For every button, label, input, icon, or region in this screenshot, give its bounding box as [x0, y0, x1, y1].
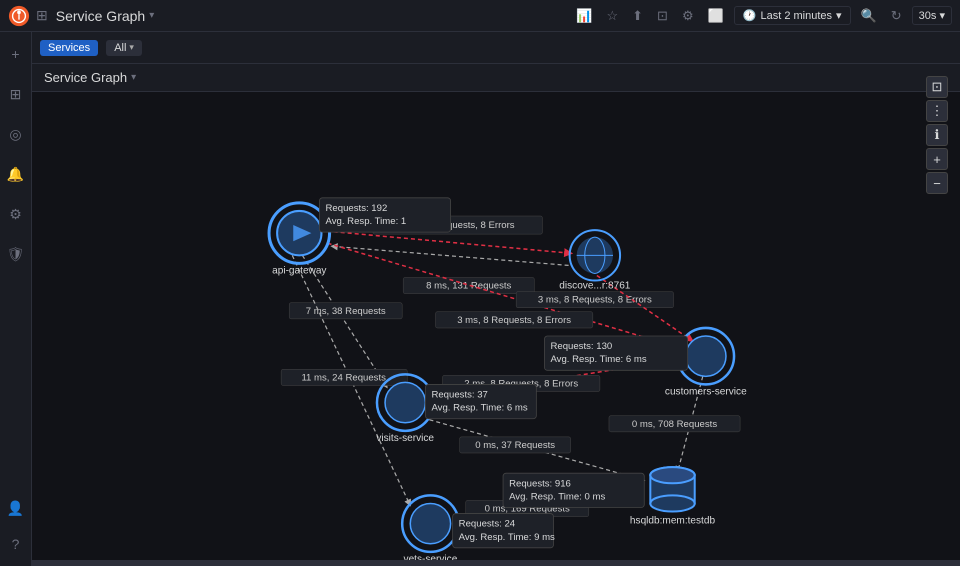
edge-label-2: 3 ms, 8 Requests, 8 Errors [538, 295, 652, 306]
tv-button[interactable]: ⬜ [704, 6, 728, 26]
search-button[interactable]: 🔍 [857, 6, 881, 26]
edge-label-10: 8 ms, 131 Requests [426, 281, 511, 292]
zoom-out-button[interactable]: − [926, 172, 948, 194]
grid-icon: ⊞ [36, 7, 48, 24]
sidebar-item-explore[interactable]: ◎ [2, 120, 30, 148]
node-visits-service[interactable]: Requests: 37 Avg. Resp. Time: 6 ms visit… [376, 374, 536, 444]
panels-button[interactable]: ⊡ [653, 6, 672, 26]
panel-title-caret-icon: ▾ [131, 72, 136, 83]
fit-view-button[interactable]: ⊡ [926, 76, 948, 98]
sidebar-item-dashboards[interactable]: ⊞ [2, 80, 30, 108]
layout: + ⊞ ◎ 🔔 ⚙ 🛡 👤 ? Services All ▾ Service G… [0, 32, 960, 566]
settings-button[interactable]: ⚙ [678, 6, 698, 26]
bar-chart-button[interactable]: 📊 [572, 6, 596, 26]
page-title: Service Graph ▾ [56, 8, 155, 24]
refresh-rate-picker[interactable]: 30s ▾ [912, 6, 952, 25]
topbar: ⊞ Service Graph ▾ 📊 ☆ ⬆ ⊡ ⚙ ⬜ 🕐 Last 2 m… [0, 0, 960, 32]
main-content: Services All ▾ Service Graph ▾ [32, 32, 960, 566]
svg-text:Avg. Resp. Time: 6 ms: Avg. Resp. Time: 6 ms [550, 354, 646, 365]
edge-label-5: 3 ms, 8 Requests, 8 Errors [457, 315, 571, 326]
panel-title: Service Graph ▾ [44, 70, 136, 85]
time-range-picker[interactable]: 🕐 Last 2 minutes ▾ [734, 6, 851, 25]
sidebar: + ⊞ ◎ 🔔 ⚙ 🛡 👤 ? [0, 32, 32, 566]
panel-header: Service Graph ▾ [32, 64, 960, 92]
edge-api-to-discover [327, 231, 572, 253]
topbar-actions: 📊 ☆ ⬆ ⊡ ⚙ ⬜ 🕐 Last 2 minutes ▾ 🔍 ↻ 30s ▾ [572, 6, 952, 26]
title-caret-icon: ▾ [149, 10, 154, 21]
grafana-logo-icon [8, 5, 30, 27]
svg-text:Requests: 37: Requests: 37 [431, 390, 487, 401]
service-graph-svg[interactable]: 8 ms, 8 Requests, 8 Errors 8 ms, 131 Req… [32, 102, 920, 566]
edge-label-7: 0 ms, 708 Requests [632, 419, 717, 430]
sidebar-item-avatar[interactable]: 👤 [2, 494, 30, 522]
svg-text:Avg. Resp. Time: 6 ms: Avg. Resp. Time: 6 ms [431, 403, 527, 414]
node-api-gateway[interactable]: Requests: 192 Avg. Resp. Time: 1 api-gat… [269, 198, 451, 277]
layout-button[interactable]: ⋮ [926, 100, 948, 122]
refresh-button[interactable]: ↻ [887, 6, 906, 26]
sidebar-item-alerts[interactable]: 🔔 [2, 160, 30, 188]
sidebar-bottom: 👤 ? [2, 494, 30, 558]
sidebar-item-config[interactable]: ⚙ [2, 200, 30, 228]
svg-text:Avg. Resp. Time: 0 ms: Avg. Resp. Time: 0 ms [509, 491, 605, 502]
node-label-hsqldb: hsqldb:mem:testdb [630, 516, 716, 527]
svg-text:Requests: 24: Requests: 24 [459, 519, 516, 530]
node-label-customers: customers-service [665, 387, 747, 398]
graph-controls: ⊡ ⋮ ℹ + − [926, 76, 948, 194]
sidebar-item-add[interactable]: + [2, 40, 30, 68]
node-discover[interactable]: discove...r:8761 [559, 230, 631, 292]
info-button[interactable]: ℹ [926, 124, 948, 146]
node-label-discover: discove...r:8761 [559, 281, 631, 292]
star-button[interactable]: ☆ [602, 6, 622, 26]
clock-icon: 🕐 [743, 9, 757, 22]
tooltip-api-gateway-text: Requests: 192 [326, 203, 388, 214]
node-label-visits: visits-service [376, 433, 434, 444]
svg-text:Requests: 130: Requests: 130 [550, 341, 612, 352]
svg-text:Avg. Resp. Time: 9 ms: Avg. Resp. Time: 9 ms [459, 532, 555, 543]
edge-label-8: 0 ms, 37 Requests [475, 440, 555, 451]
edge-label-4: 11 ms, 24 Requests [301, 372, 386, 383]
sidebar-item-shield[interactable]: 🛡 [2, 240, 30, 268]
zoom-in-button[interactable]: + [926, 148, 948, 170]
edge-label-3: 7 ms, 38 Requests [306, 306, 386, 317]
time-caret-icon: ▾ [836, 9, 842, 22]
graph-panel: Service Graph ▾ 8 ms, 8 Re [32, 64, 960, 566]
services-filter-tag[interactable]: Services [40, 40, 98, 56]
svg-text:Avg. Resp. Time: 1: Avg. Resp. Time: 1 [326, 216, 407, 227]
all-filter-dropdown[interactable]: All ▾ [106, 40, 142, 56]
panel-toolbar: Services All ▾ [32, 32, 960, 64]
share-button[interactable]: ⬆ [628, 6, 647, 26]
panel-resize-handle[interactable] [32, 560, 960, 566]
node-label-api-gateway: api-gateway [272, 265, 327, 276]
all-caret-icon: ▾ [129, 42, 134, 53]
sidebar-item-help[interactable]: ? [2, 530, 30, 558]
svg-text:Requests: 916: Requests: 916 [509, 478, 571, 489]
